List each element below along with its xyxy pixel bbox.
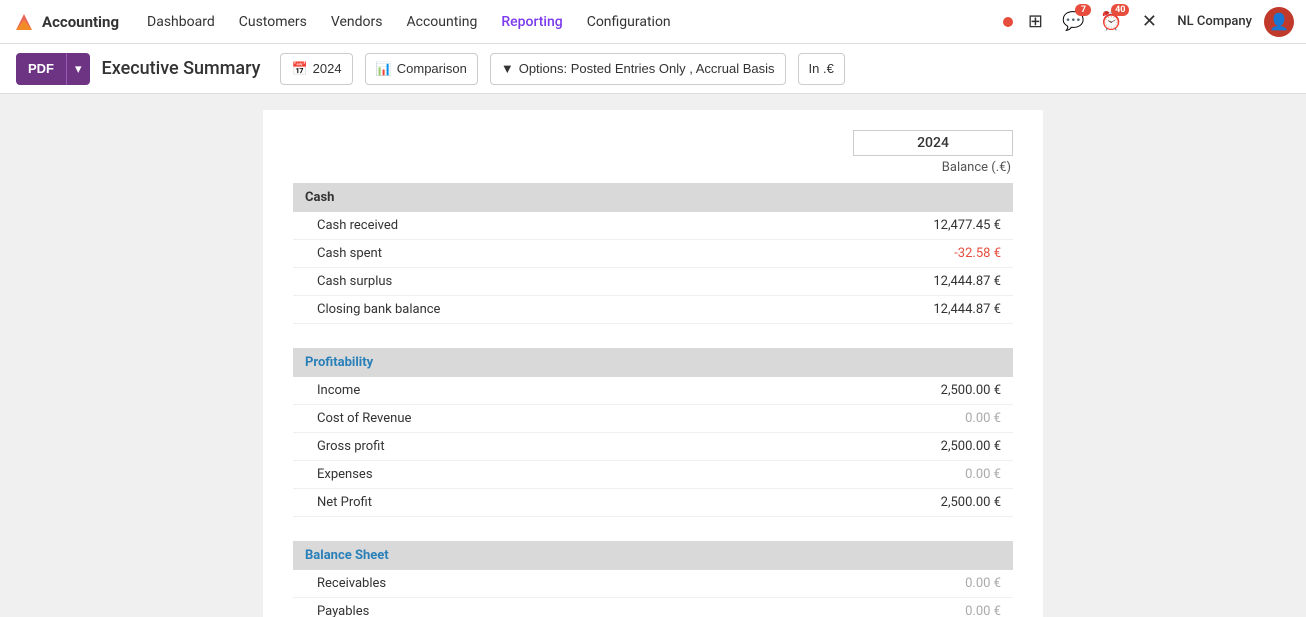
pdf-btn-group: PDF ▾	[16, 53, 90, 85]
settings-icon-btn[interactable]: ⊞	[1019, 6, 1051, 38]
row-income[interactable]: Income 2,500.00 €	[293, 377, 1013, 405]
row-closing-bank-balance[interactable]: Closing bank balance 12,444.87 €	[293, 296, 1013, 324]
row-cash-surplus[interactable]: Cash surplus 12,444.87 €	[293, 268, 1013, 296]
options-button[interactable]: ▼ Options: Posted Entries Only , Accrual…	[490, 53, 786, 85]
row-label: Payables	[317, 604, 369, 617]
year-label: 2024	[313, 61, 342, 76]
top-nav: Accounting Dashboard Customers Vendors A…	[0, 0, 1306, 44]
row-receivables[interactable]: Receivables 0.00 €	[293, 570, 1013, 598]
row-label: Net Profit	[317, 495, 372, 510]
row-label: Cash surplus	[317, 274, 392, 289]
report-container: 2024 Balance (.€) Cash Cash received 12,…	[263, 110, 1043, 617]
row-label: Expenses	[317, 467, 373, 482]
row-value: 2,500.00 €	[941, 439, 1001, 454]
row-cash-spent[interactable]: Cash spent -32.58 €	[293, 240, 1013, 268]
row-net-profit[interactable]: Net Profit 2,500.00 €	[293, 489, 1013, 517]
close-icon-btn[interactable]: ✕	[1133, 6, 1165, 38]
activities-badge: 40	[1111, 4, 1129, 16]
row-value: 0.00 €	[965, 576, 1001, 591]
pdf-dropdown-button[interactable]: ▾	[66, 53, 90, 85]
row-value: 0.00 €	[965, 604, 1001, 617]
filter-icon: ▼	[501, 61, 514, 76]
year-box: 2024	[853, 130, 1013, 156]
activities-icon-btn[interactable]: ⏰ 40	[1095, 6, 1127, 38]
year-filter-button[interactable]: 📅 2024	[280, 53, 352, 85]
calendar-icon: 📅	[291, 61, 307, 77]
row-gross-profit[interactable]: Gross profit 2,500.00 €	[293, 433, 1013, 461]
company-name[interactable]: NL Company	[1171, 14, 1258, 29]
nav-configuration[interactable]: Configuration	[575, 0, 683, 44]
chart-icon: 📊	[376, 61, 392, 77]
comparison-label: Comparison	[397, 61, 467, 76]
row-value: 2,500.00 €	[941, 495, 1001, 510]
options-label: Options: Posted Entries Only , Accrual B…	[519, 61, 775, 76]
row-label: Cost of Revenue	[317, 411, 411, 426]
main-content: 2024 Balance (.€) Cash Cash received 12,…	[0, 94, 1306, 617]
row-value: 0.00 €	[965, 411, 1001, 426]
row-value: 2,500.00 €	[941, 383, 1001, 398]
comparison-button[interactable]: 📊 Comparison	[365, 53, 478, 85]
section-cash-header: Cash	[293, 183, 1013, 212]
logo-icon	[12, 10, 36, 34]
close-icon: ✕	[1142, 11, 1157, 32]
page-title: Executive Summary	[102, 58, 261, 79]
row-cash-received[interactable]: Cash received 12,477.45 €	[293, 212, 1013, 240]
pdf-button[interactable]: PDF	[16, 53, 66, 85]
row-value: 0.00 €	[965, 467, 1001, 482]
nav-logo[interactable]: Accounting	[12, 10, 119, 34]
row-value: 12,444.87 €	[933, 274, 1001, 289]
row-label: Receivables	[317, 576, 386, 591]
avatar-emoji: 👤	[1269, 12, 1289, 31]
section-profitability-header: Profitability	[293, 348, 1013, 377]
nav-vendors[interactable]: Vendors	[319, 0, 395, 44]
currency-button[interactable]: In .€	[798, 53, 845, 85]
balance-header: Balance (.€)	[293, 160, 1013, 175]
logo-text: Accounting	[42, 13, 119, 31]
row-label: Closing bank balance	[317, 302, 440, 317]
chevron-down-icon: ▾	[75, 61, 82, 77]
messages-badge: 7	[1075, 4, 1091, 16]
row-label: Income	[317, 383, 360, 398]
status-indicator	[1003, 17, 1013, 27]
row-label: Cash received	[317, 218, 398, 233]
row-label: Cash spent	[317, 246, 382, 261]
sub-header: PDF ▾ Executive Summary 📅 2024 📊 Compari…	[0, 44, 1306, 94]
messages-icon-btn[interactable]: 💬 7	[1057, 6, 1089, 38]
grid-icon: ⊞	[1028, 11, 1043, 32]
row-expenses[interactable]: Expenses 0.00 €	[293, 461, 1013, 489]
row-value: 12,477.45 €	[933, 218, 1001, 233]
nav-customers[interactable]: Customers	[227, 0, 319, 44]
row-label: Gross profit	[317, 439, 385, 454]
nav-accounting[interactable]: Accounting	[395, 0, 490, 44]
section-balance-sheet-header: Balance Sheet	[293, 541, 1013, 570]
spacer-1	[293, 324, 1013, 348]
nav-right: ⊞ 💬 7 ⏰ 40 ✕ NL Company 👤	[1003, 6, 1294, 38]
row-value: 12,444.87 €	[933, 302, 1001, 317]
nav-reporting[interactable]: Reporting	[489, 0, 574, 44]
year-header: 2024	[293, 130, 1013, 156]
user-avatar[interactable]: 👤	[1264, 7, 1294, 37]
nav-dashboard[interactable]: Dashboard	[135, 0, 227, 44]
spacer-2	[293, 517, 1013, 541]
row-cost-of-revenue[interactable]: Cost of Revenue 0.00 €	[293, 405, 1013, 433]
row-value: -32.58 €	[954, 246, 1001, 261]
row-payables[interactable]: Payables 0.00 €	[293, 598, 1013, 617]
